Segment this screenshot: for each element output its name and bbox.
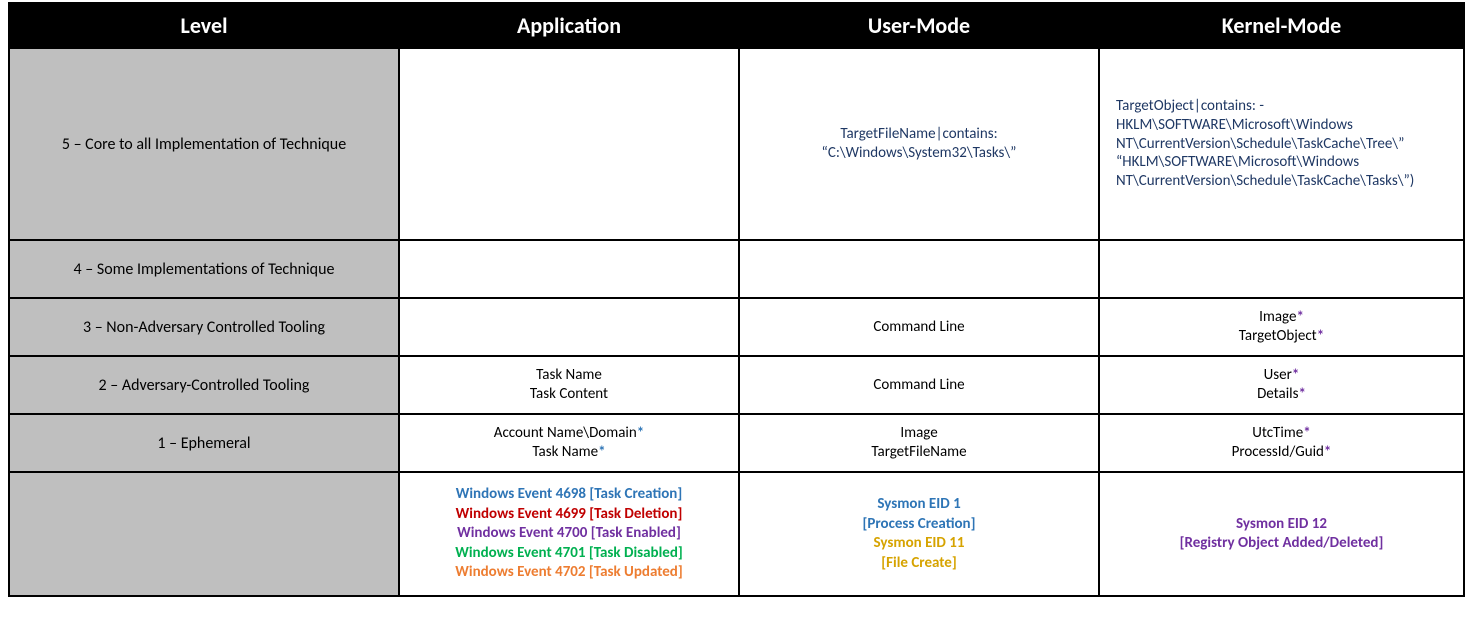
cell-level-5: 5 – Core to all Implementation of Techni… — [9, 48, 399, 240]
star-icon: * — [1317, 327, 1324, 345]
detection-table: Level Application User-Mode Kernel-Mode … — [8, 2, 1465, 597]
cell-level-footer — [9, 472, 399, 596]
cell-um-footer: Sysmon EID 1 [Process Creation] Sysmon E… — [739, 472, 1099, 596]
star-icon: * — [637, 424, 644, 442]
app2-line1: Task Name — [410, 366, 728, 386]
star-icon: * — [598, 443, 605, 461]
row-level-5: 5 – Core to all Implementation of Techni… — [9, 48, 1464, 240]
star-icon: * — [1324, 443, 1331, 461]
app-footer-4702: Windows Event 4702 [Task Updated] — [410, 563, 728, 583]
cell-app-3 — [399, 298, 739, 356]
km-footer-eid12: Sysmon EID 12 — [1110, 515, 1453, 535]
header-row: Level Application User-Mode Kernel-Mode — [9, 3, 1464, 48]
cell-level-2: 2 – Adversary-Controlled Tooling — [9, 356, 399, 414]
app-footer-4700: Windows Event 4700 [Task Enabled] — [410, 524, 728, 544]
header-kernel-mode: Kernel-Mode — [1099, 3, 1464, 48]
cell-km-4 — [1099, 240, 1464, 298]
km2-user: User — [1264, 366, 1292, 384]
cell-level-4: 4 – Some Implementations of Technique — [9, 240, 399, 298]
um1-line2: TargetFileName — [750, 443, 1088, 463]
km1-utctime: UtcTime — [1252, 424, 1303, 442]
km2-details: Details — [1257, 385, 1298, 403]
um5-line2: “C:\Windows\System32\Tasks\” — [750, 144, 1088, 164]
um5-line1: TargetFileName|contains: — [750, 125, 1088, 145]
um-footer-filecreate: [File Create] — [750, 554, 1088, 574]
cell-app-4 — [399, 240, 739, 298]
cell-um-4 — [739, 240, 1099, 298]
cell-um-3: Command Line — [739, 298, 1099, 356]
star-icon: * — [1303, 424, 1310, 442]
row-level-3: 3 – Non-Adversary Controlled Tooling Com… — [9, 298, 1464, 356]
row-level-4: 4 – Some Implementations of Technique — [9, 240, 1464, 298]
app1-line2: Task Name* — [410, 443, 728, 463]
header-user-mode: User-Mode — [739, 3, 1099, 48]
header-application: Application — [399, 3, 739, 48]
app-footer-4699: Windows Event 4699 [Task Deletion] — [410, 505, 728, 525]
km1-pidguid: ProcessId/Guid — [1232, 443, 1324, 461]
star-icon: * — [1296, 308, 1303, 326]
header-level: Level — [9, 3, 399, 48]
app1-taskname: Task Name — [532, 443, 598, 461]
km1-line1: UtcTime* — [1110, 424, 1453, 444]
row-footer: Windows Event 4698 [Task Creation] Windo… — [9, 472, 1464, 596]
cell-um-5: TargetFileName|contains: “C:\Windows\Sys… — [739, 48, 1099, 240]
um-footer-eid11: Sysmon EID 11 — [750, 534, 1088, 554]
cell-km-footer: Sysmon EID 12 [Registry Object Added/Del… — [1099, 472, 1464, 596]
cell-um-1: Image TargetFileName — [739, 414, 1099, 472]
km3-targetobject: TargetObject — [1239, 327, 1317, 345]
cell-level-3: 3 – Non-Adversary Controlled Tooling — [9, 298, 399, 356]
app1-account: Account Name\Domain — [494, 424, 637, 442]
km-footer-regobj: [Registry Object Added/Deleted] — [1110, 534, 1453, 554]
star-icon: * — [1292, 366, 1299, 384]
cell-level-1: 1 – Ephemeral — [9, 414, 399, 472]
app-footer-4701: Windows Event 4701 [Task Disabled] — [410, 544, 728, 564]
km3-line2: TargetObject* — [1110, 327, 1453, 347]
um1-line1: Image — [750, 424, 1088, 444]
row-level-1: 1 – Ephemeral Account Name\Domain* Task … — [9, 414, 1464, 472]
app1-line1: Account Name\Domain* — [410, 424, 728, 444]
cell-km-5: TargetObject|contains: - HKLM\SOFTWARE\M… — [1099, 48, 1464, 240]
star-icon: * — [1298, 385, 1305, 403]
km3-image: Image — [1259, 308, 1296, 326]
km1-line2: ProcessId/Guid* — [1110, 443, 1453, 463]
cell-km-2: User* Details* — [1099, 356, 1464, 414]
cell-app-2: Task Name Task Content — [399, 356, 739, 414]
km2-line1: User* — [1110, 366, 1453, 386]
km3-line1: Image* — [1110, 308, 1453, 328]
app-footer-4698: Windows Event 4698 [Task Creation] — [410, 485, 728, 505]
km2-line2: Details* — [1110, 385, 1453, 405]
cell-app-5 — [399, 48, 739, 240]
um-footer-eid1: Sysmon EID 1 — [750, 495, 1088, 515]
cell-km-3: Image* TargetObject* — [1099, 298, 1464, 356]
um-footer-proc: [Process Creation] — [750, 515, 1088, 535]
row-level-2: 2 – Adversary-Controlled Tooling Task Na… — [9, 356, 1464, 414]
app2-line2: Task Content — [410, 385, 728, 405]
cell-um-2: Command Line — [739, 356, 1099, 414]
cell-km-1: UtcTime* ProcessId/Guid* — [1099, 414, 1464, 472]
cell-app-1: Account Name\Domain* Task Name* — [399, 414, 739, 472]
cell-app-footer: Windows Event 4698 [Task Creation] Windo… — [399, 472, 739, 596]
